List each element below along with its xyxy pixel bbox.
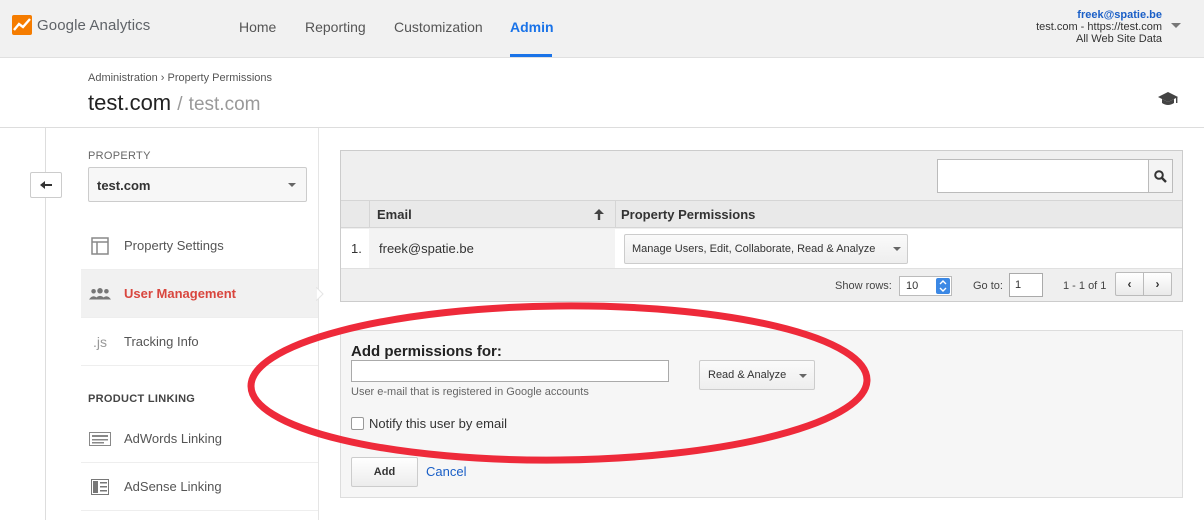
- goto-label: Go to:: [973, 280, 1003, 292]
- sidebar-item-label: Tracking Info: [124, 334, 199, 349]
- sidebar-item-label: AdWords Linking: [124, 431, 223, 446]
- active-item-pointer: [316, 287, 324, 301]
- highlight-ellipse-annotation: [247, 302, 871, 464]
- account-dropdown-icon[interactable]: [1171, 23, 1181, 28]
- adwords-icon: [89, 428, 111, 450]
- window-icon: [89, 235, 111, 257]
- chevron-left-icon: ‹: [1127, 277, 1132, 291]
- nav-admin[interactable]: Admin: [510, 19, 554, 35]
- show-rows-value: 10: [906, 280, 919, 292]
- next-page-button[interactable]: ›: [1143, 273, 1171, 295]
- search-icon: [1154, 169, 1167, 183]
- search-button[interactable]: [1149, 159, 1173, 193]
- breadcrumb: Administration › Property Permissions: [88, 72, 272, 84]
- table-pager: Show rows: 10 Go to: 1 1 - 1 of 1 ‹ ›: [341, 269, 1182, 302]
- previous-page-button[interactable]: ‹: [1116, 273, 1143, 295]
- logo-text: Google Analytics: [37, 16, 151, 34]
- row-number: 1.: [351, 241, 362, 256]
- page-title-main: test.com: [88, 90, 172, 115]
- page-title-separator: /: [177, 94, 183, 115]
- graduation-cap-icon[interactable]: [1157, 91, 1179, 107]
- breadcrumb-current: Property Permissions: [167, 72, 273, 84]
- account-email: freek@spatie.be: [1077, 9, 1162, 21]
- account-view: All Web Site Data: [1075, 33, 1162, 45]
- row-permissions-value: Manage Users, Edit, Collaborate, Read & …: [632, 243, 876, 255]
- row-permissions-select[interactable]: Manage Users, Edit, Collaborate, Read & …: [624, 234, 908, 264]
- row-email: freek@spatie.be: [379, 241, 474, 256]
- top-bar: Google Analytics Home Reporting Customiz…: [0, 0, 1204, 58]
- sidebar-item-adsense-linking[interactable]: AdSense Linking: [81, 463, 318, 511]
- nav-home[interactable]: Home: [239, 19, 276, 35]
- sidebar-item-label: Property Settings: [124, 238, 224, 253]
- breadcrumb-separator: ›: [160, 72, 165, 84]
- property-select-value: test.com: [97, 178, 151, 193]
- property-label: PROPERTY: [88, 150, 151, 162]
- users-icon: [89, 283, 111, 305]
- show-rows-select[interactable]: 10: [899, 276, 952, 296]
- sort-ascending-icon[interactable]: [593, 208, 605, 221]
- page-title: test.com / test.com: [88, 90, 260, 116]
- table-row: 1. freek@spatie.be Manage Users, Edit, C…: [341, 229, 1182, 269]
- nav-active-indicator: [510, 54, 552, 57]
- js-icon: .js: [93, 333, 107, 350]
- column-header-permissions[interactable]: Property Permissions: [621, 207, 755, 222]
- property-select[interactable]: test.com: [88, 167, 307, 202]
- back-button[interactable]: [30, 172, 62, 198]
- page-header: Administration › Property Permissions te…: [0, 58, 1204, 128]
- pagination-buttons: ‹ ›: [1115, 272, 1172, 296]
- goto-page-input[interactable]: 1: [1009, 273, 1043, 297]
- analytics-logo-icon: [12, 15, 32, 35]
- nav-reporting[interactable]: Reporting: [305, 19, 366, 35]
- page-range: 1 - 1 of 1: [1063, 280, 1107, 292]
- google-analytics-logo[interactable]: Google Analytics: [12, 15, 150, 35]
- column-separator: [615, 201, 616, 227]
- chevron-right-icon: ›: [1155, 277, 1160, 291]
- updown-spinner-icon: [936, 278, 950, 294]
- page-title-sub: test.com: [188, 94, 261, 115]
- column-header-email[interactable]: Email: [377, 207, 412, 222]
- column-separator: [369, 201, 370, 227]
- row-email-cell: freek@spatie.be: [369, 229, 615, 268]
- account-switcher[interactable]: freek@spatie.be test.com - https://test.…: [1036, 9, 1162, 45]
- goto-page-value: 1: [1015, 279, 1022, 291]
- permissions-table-panel: Email Property Permissions 1. freek@spat…: [340, 150, 1183, 302]
- show-rows-label: Show rows:: [835, 280, 892, 292]
- table-header: Email Property Permissions: [341, 200, 1182, 228]
- sidebar-item-property-settings[interactable]: Property Settings: [81, 222, 318, 270]
- adsense-icon: [89, 476, 111, 498]
- table-search-input[interactable]: [937, 159, 1149, 193]
- chevron-down-icon: [288, 183, 296, 187]
- product-linking-label: PRODUCT LINKING: [88, 393, 196, 405]
- cancel-link[interactable]: Cancel: [426, 464, 466, 479]
- sidebar-item-label: User Management: [124, 286, 236, 301]
- account-property: test.com - https://test.com: [1036, 21, 1162, 33]
- nav-customization[interactable]: Customization: [394, 19, 483, 35]
- sidebar-item-label: AdSense Linking: [124, 479, 222, 494]
- chevron-down-icon: [893, 247, 901, 251]
- back-arrow-icon: [40, 181, 52, 189]
- breadcrumb-administration[interactable]: Administration: [88, 72, 158, 84]
